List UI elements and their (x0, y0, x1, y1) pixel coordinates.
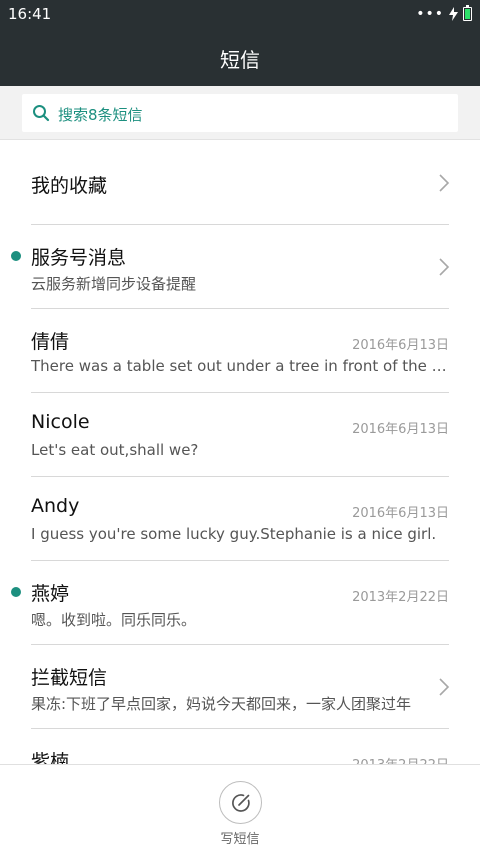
contact-name: 燕婷 (31, 583, 70, 605)
compose-button[interactable] (219, 781, 262, 824)
conversation-row[interactable]: 倩倩 2016年6月13日 There was a table set out … (0, 309, 480, 393)
conversation-row[interactable]: Nicole 2016年6月13日 Let's eat out,shall we… (0, 393, 480, 477)
chevron-right-icon (439, 678, 450, 696)
unread-dot-icon (11, 587, 21, 597)
conversation-row[interactable]: 紫楠 2013年2月22日 (0, 729, 480, 764)
message-date: 2013年2月22日 (352, 754, 449, 764)
search-placeholder: 搜索8条短信 (58, 106, 143, 124)
contact-name: Andy (31, 495, 80, 517)
favorites-label: 我的收藏 (31, 175, 108, 197)
message-preview: I guess you're some lucky guy.Stephanie … (31, 525, 437, 543)
message-date: 2016年6月13日 (352, 422, 449, 437)
message-date: 2016年6月13日 (352, 506, 449, 521)
compose-pen-icon (231, 793, 250, 812)
message-date: 2013年2月22日 (352, 590, 449, 605)
service-title: 服务号消息 (31, 247, 127, 269)
contact-name: Nicole (31, 411, 90, 433)
status-bar: 16:41 ••• (0, 0, 480, 28)
message-preview: 嗯。收到啦。同乐同乐。 (31, 611, 197, 629)
chevron-right-icon (439, 174, 450, 192)
charging-bolt-icon (449, 7, 458, 21)
favorites-row[interactable]: 我的收藏 (0, 141, 480, 225)
contact-name: 倩倩 (31, 331, 70, 353)
conversation-row[interactable]: 燕婷 2013年2月22日 嗯。收到啦。同乐同乐。 (0, 561, 480, 645)
message-preview: There was a table set out under a tree i… (31, 357, 449, 375)
conversation-row[interactable]: Andy 2016年6月13日 I guess you're some luck… (0, 477, 480, 561)
message-list[interactable]: 我的收藏 服务号消息 云服务新增同步设备提醒 倩倩 2016年6月13日 The… (0, 141, 480, 764)
title-bar: 短信 (0, 28, 480, 86)
battery-icon (463, 5, 472, 21)
message-date: 2016年6月13日 (352, 338, 449, 353)
status-icons: ••• (416, 5, 472, 22)
unread-dot-icon (11, 251, 21, 261)
search-icon (33, 105, 50, 122)
bottom-bar: 写短信 (0, 764, 480, 853)
service-messages-row[interactable]: 服务号消息 云服务新增同步设备提醒 (0, 225, 480, 309)
signal-dots-icon: ••• (416, 6, 444, 22)
service-subtitle: 云服务新增同步设备提醒 (31, 275, 197, 293)
compose-label: 写短信 (220, 832, 260, 847)
message-preview: Let's eat out,shall we? (31, 441, 199, 459)
page-title: 短信 (220, 48, 260, 72)
search-area: 搜索8条短信 (0, 86, 480, 140)
blocked-title: 拦截短信 (31, 667, 108, 689)
chevron-right-icon (439, 258, 450, 276)
blocked-preview: 果冻:下班了早点回家，妈说今天都回来，一家人团聚过年 (31, 695, 412, 713)
contact-name: 紫楠 (31, 751, 70, 764)
status-time: 16:41 (8, 5, 52, 23)
search-input[interactable]: 搜索8条短信 (22, 94, 458, 132)
blocked-messages-row[interactable]: 拦截短信 果冻:下班了早点回家，妈说今天都回来，一家人团聚过年 (0, 645, 480, 729)
